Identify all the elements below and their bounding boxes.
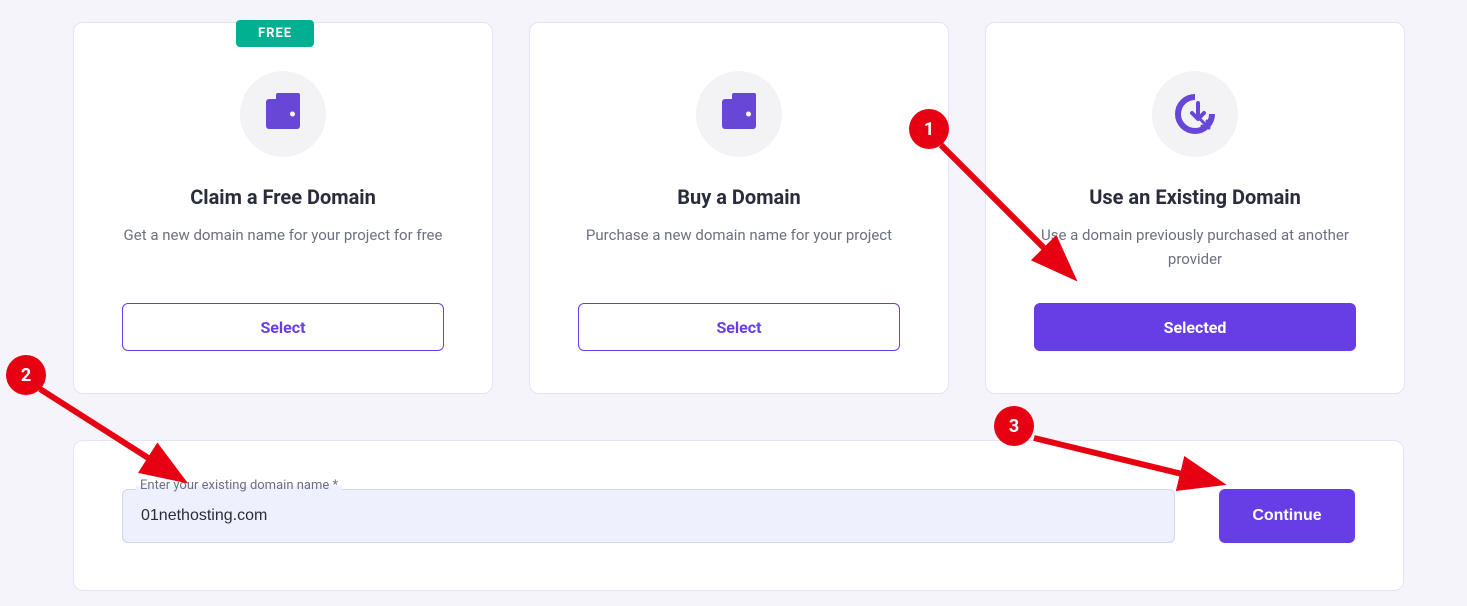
free-badge: FREE (236, 20, 314, 47)
wallet-icon-circle (240, 71, 326, 157)
selected-button-existing[interactable]: Selected (1034, 303, 1356, 351)
card-desc: Use a domain previously purchased at ano… (1026, 223, 1364, 271)
select-button-claim[interactable]: Select (122, 303, 444, 351)
card-title: Use an Existing Domain (1089, 185, 1301, 209)
wallet-icon (266, 99, 300, 129)
card-use-existing-domain: Use an Existing Domain Use a domain prev… (985, 22, 1405, 394)
card-claim-free-domain: FREE Claim a Free Domain Get a new domai… (73, 22, 493, 394)
card-title: Buy a Domain (677, 185, 801, 209)
card-buy-domain: Buy a Domain Purchase a new domain name … (529, 22, 949, 394)
globe-arrow-icon (1174, 93, 1216, 135)
annotation-step-3: 3 (994, 406, 1034, 446)
domain-field-wrap: Enter your existing domain name * (122, 489, 1175, 543)
card-desc: Get a new domain name for your project f… (124, 223, 443, 271)
wallet-icon-circle (696, 71, 782, 157)
card-title: Claim a Free Domain (190, 185, 376, 209)
annotation-step-2: 2 (6, 355, 46, 395)
wallet-icon (722, 99, 756, 129)
continue-button[interactable]: Continue (1219, 489, 1355, 543)
globe-icon-circle (1152, 71, 1238, 157)
select-button-buy[interactable]: Select (578, 303, 900, 351)
existing-domain-input[interactable] (122, 489, 1175, 543)
domain-entry-panel: Enter your existing domain name * Contin… (73, 440, 1404, 591)
domain-field-label: Enter your existing domain name * (136, 478, 342, 493)
card-desc: Purchase a new domain name for your proj… (586, 223, 892, 271)
annotation-step-1: 1 (909, 109, 949, 149)
